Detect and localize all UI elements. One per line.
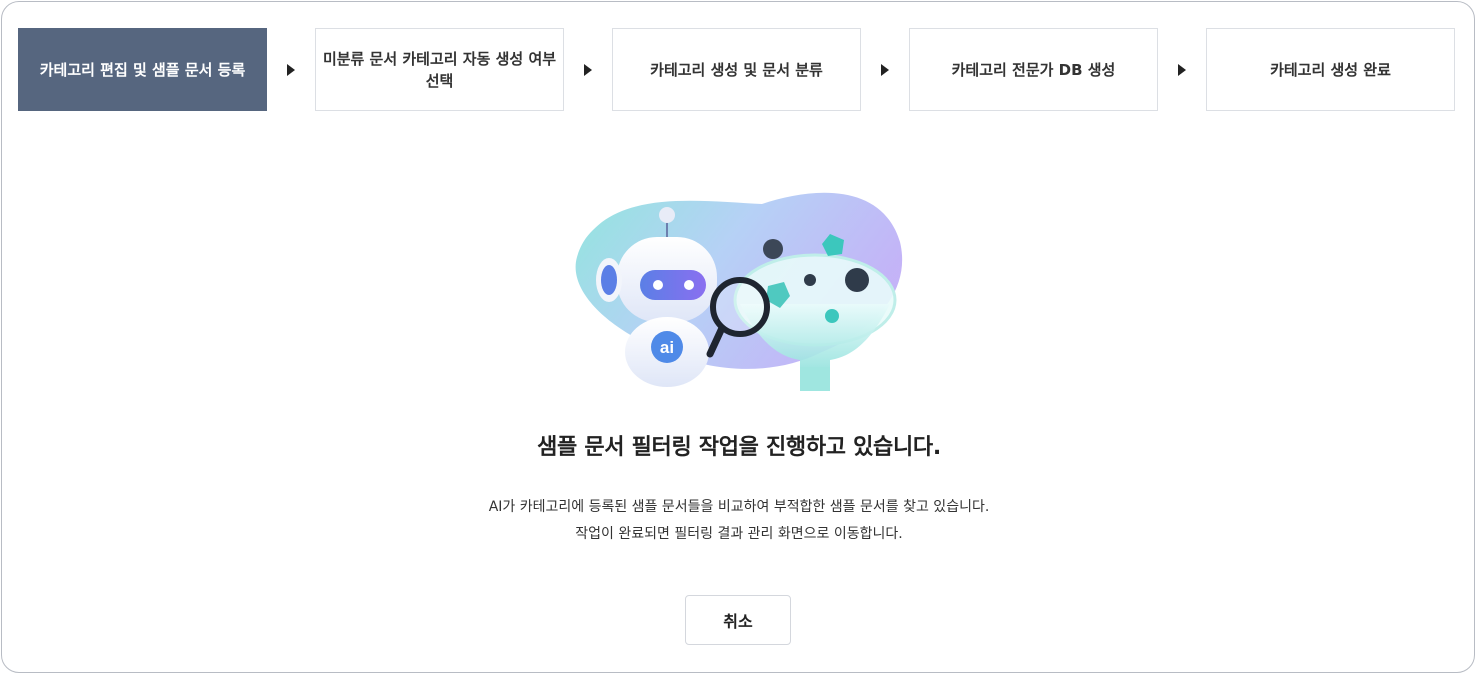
status-description: AI가 카테고리에 등록된 샘플 문서들을 비교하여 부적합한 샘플 문서를 찾… bbox=[2, 494, 1476, 548]
ai-badge: ai bbox=[660, 338, 674, 357]
step-arrow-icon bbox=[861, 28, 909, 111]
step-3: 카테고리 생성 및 문서 분류 bbox=[612, 28, 861, 111]
step-5: 카테고리 생성 완료 bbox=[1206, 28, 1455, 111]
step-5-label: 카테고리 생성 완료 bbox=[1270, 60, 1391, 79]
status-description-line-1: AI가 카테고리에 등록된 샘플 문서들을 비교하여 부적합한 샘플 문서를 찾… bbox=[488, 499, 990, 515]
step-3-label: 카테고리 생성 및 문서 분류 bbox=[650, 60, 823, 79]
status-description-line-2: 작업이 완료되면 필터링 결과 관리 화면으로 이동합니다. bbox=[575, 526, 903, 542]
step-2: 미분류 문서 카테고리 자동 생성 여부 선택 bbox=[315, 28, 564, 111]
step-1-label: 카테고리 편집 및 샘플 문서 등록 bbox=[39, 60, 246, 79]
progress-dialog: 카테고리 편집 및 샘플 문서 등록 미분류 문서 카테고리 자동 생성 여부 … bbox=[1, 1, 1475, 673]
step-indicator: 카테고리 편집 및 샘플 문서 등록 미분류 문서 카테고리 자동 생성 여부 … bbox=[18, 26, 1461, 113]
step-2-label: 미분류 문서 카테고리 자동 생성 여부 선택 bbox=[322, 49, 557, 90]
step-arrow-icon bbox=[1158, 28, 1206, 111]
status-title: 샘플 문서 필터링 작업을 진행하고 있습니다. bbox=[537, 435, 941, 460]
ai-filtering-illustration: ai bbox=[572, 182, 907, 397]
step-1: 카테고리 편집 및 샘플 문서 등록 bbox=[18, 28, 267, 111]
step-4: 카테고리 전문가 DB 생성 bbox=[909, 28, 1158, 111]
cancel-button[interactable]: 취소 bbox=[685, 595, 791, 645]
step-arrow-icon bbox=[564, 28, 612, 111]
step-arrow-icon bbox=[267, 28, 315, 111]
step-4-label: 카테고리 전문가 DB 생성 bbox=[951, 60, 1116, 79]
